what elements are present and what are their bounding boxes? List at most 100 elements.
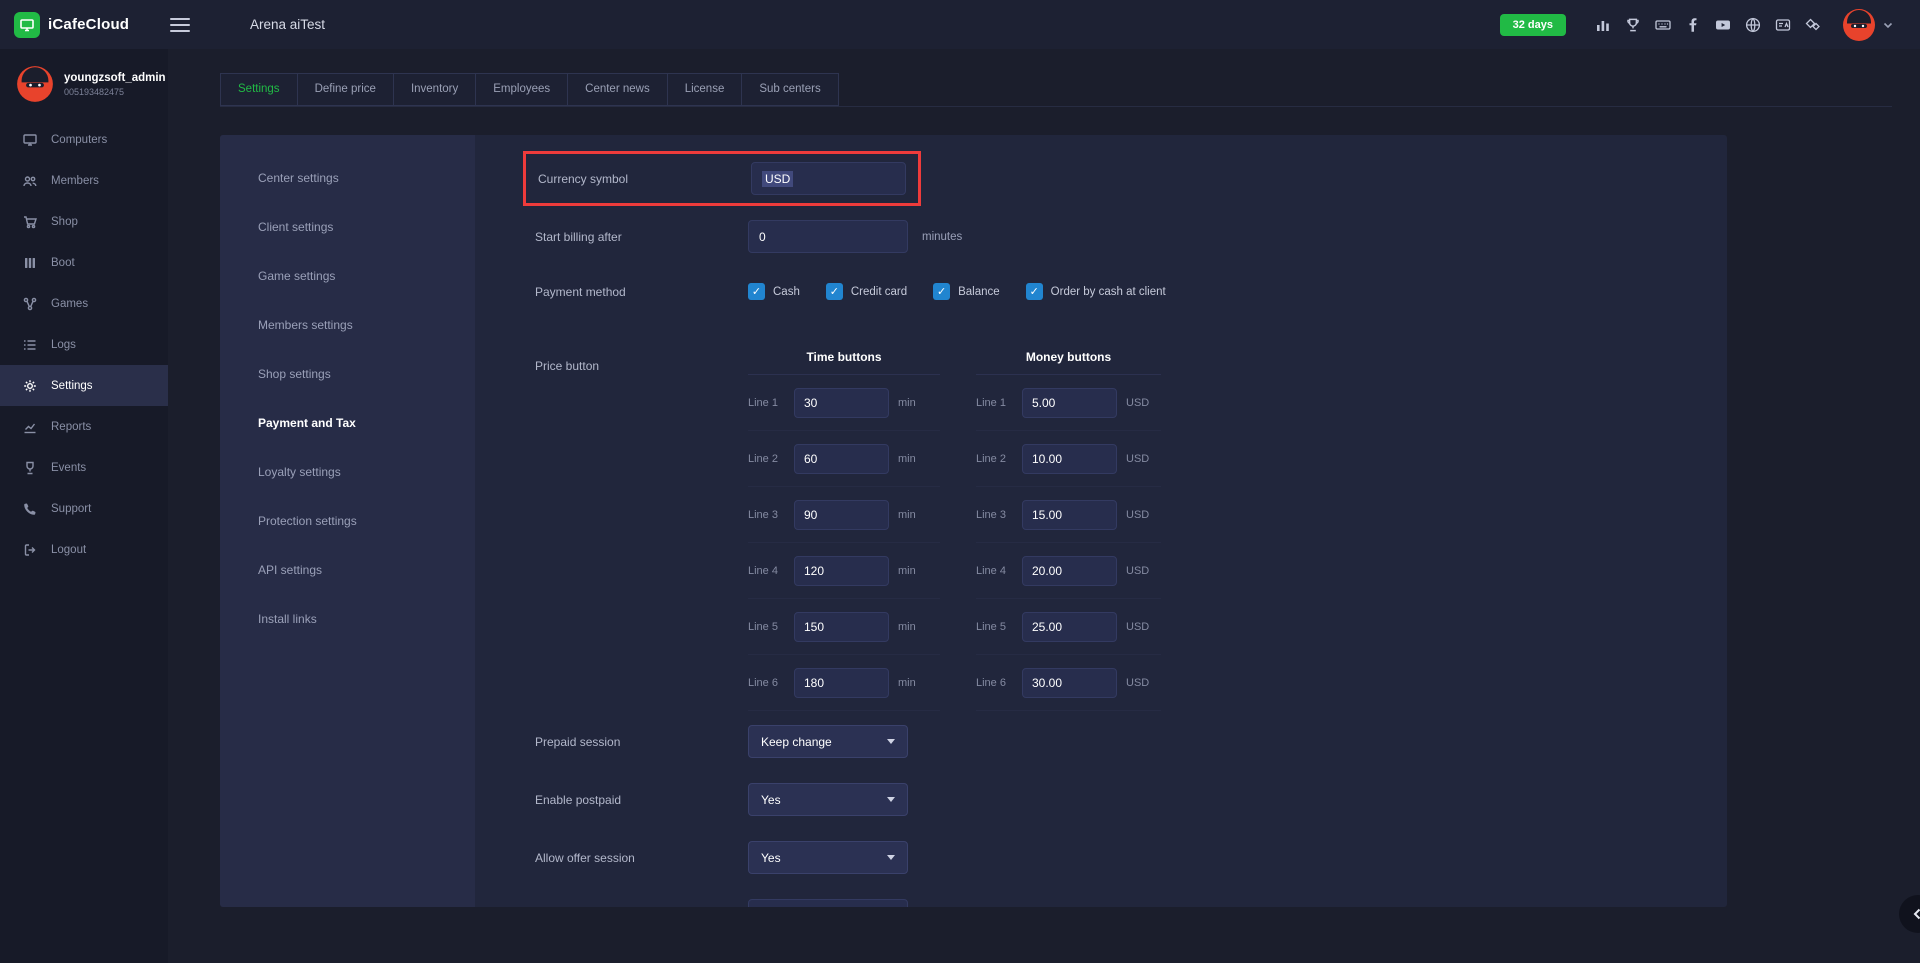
user-avatar[interactable] [1842,8,1876,42]
sidebar-item-reports[interactable]: Reports [0,406,168,447]
sidebar-item-shop[interactable]: Shop [0,201,168,242]
payment-method-label: Payment method [535,285,748,299]
money-input-1[interactable] [1022,388,1117,418]
tab-sub-centers[interactable]: Sub centers [741,73,838,106]
menu-icon[interactable] [170,14,190,36]
checkbox-credit-card[interactable]: Credit card [826,283,907,300]
sidebar-nav: Computers Members Shop Boot Games Logs S… [0,119,168,570]
checkbox-label: Credit card [851,286,907,298]
facebook-icon[interactable] [1684,16,1702,34]
tab-license[interactable]: License [667,73,743,106]
time-input-3[interactable] [794,500,889,530]
settings-nav-protection[interactable]: Protection settings [220,496,475,545]
select-value: Keep change [761,735,832,749]
sidebar-item-computers[interactable]: Computers [0,119,168,160]
start-billing-input[interactable] [748,220,908,253]
chevron-down-icon[interactable] [1882,19,1894,31]
keyboard-icon[interactable] [1654,16,1672,34]
sidebar-item-label: Shop [51,216,78,228]
settings-nav-client[interactable]: Client settings [220,202,475,251]
stats-icon[interactable] [1594,16,1612,34]
time-input-4[interactable] [794,556,889,586]
time-input-6[interactable] [794,668,889,698]
line-label: Line 2 [976,453,1022,465]
partial-next-control[interactable] [748,899,908,907]
payment-tax-form: Currency symbol USD Start billing after … [475,135,1727,907]
center-tabs: Settings Define price Inventory Employee… [220,73,1892,107]
time-unit: min [898,677,916,689]
prepaid-session-select[interactable]: Keep change [748,725,908,758]
logs-icon [22,337,38,353]
sidebar-item-boot[interactable]: Boot [0,242,168,283]
money-input-3[interactable] [1022,500,1117,530]
enable-postpaid-select[interactable]: Yes [748,783,908,816]
money-input-4[interactable] [1022,556,1117,586]
tab-employees[interactable]: Employees [475,73,568,106]
cart-icon [22,214,38,230]
money-input-5[interactable] [1022,612,1117,642]
settings-nav-payment-tax[interactable]: Payment and Tax [220,398,475,447]
currency-value: USD [762,171,793,187]
allow-offer-session-select[interactable]: Yes [748,841,908,874]
globe-icon[interactable] [1744,16,1762,34]
checkbox-balance[interactable]: Balance [933,283,1000,300]
trophy-icon[interactable] [1624,16,1642,34]
settings-nav-loyalty[interactable]: Loyalty settings [220,447,475,496]
time-unit: min [898,621,916,633]
time-input-5[interactable] [794,612,889,642]
layers-icon[interactable] [1804,16,1822,34]
tab-center-news[interactable]: Center news [567,73,668,106]
line-label: Line 3 [748,509,794,521]
settings-nav-game[interactable]: Game settings [220,251,475,300]
sidebar-item-label: Reports [51,421,91,433]
sidebar-item-logs[interactable]: Logs [0,324,168,365]
sidebar-item-label: Support [51,503,91,515]
settings-nav-members[interactable]: Members settings [220,300,475,349]
time-row: Line 4min [748,543,940,599]
line-label: Line 5 [976,621,1022,633]
sidebar-item-logout[interactable]: Logout [0,529,168,570]
page-title: Arena aiTest [250,17,325,32]
sidebar-item-members[interactable]: Members [0,160,168,201]
time-row: Line 3 min [748,487,940,543]
settings-nav: Center settings Client settings Game set… [220,135,475,907]
checked-icon [748,283,765,300]
checkbox-order-by-cash[interactable]: Order by cash at client [1026,283,1166,300]
payment-method-options: Cash Credit card Balance Order by cash a… [748,283,1166,300]
settings-nav-install-links[interactable]: Install links [220,594,475,643]
sidebar-avatar[interactable] [16,65,54,103]
money-unit: USD [1126,677,1149,689]
start-billing-label: Start billing after [535,230,748,244]
settings-nav-shop[interactable]: Shop settings [220,349,475,398]
sidebar-item-support[interactable]: Support [0,488,168,529]
youtube-icon[interactable] [1714,16,1732,34]
sidebar-item-games[interactable]: Games [0,283,168,324]
line-label: Line 4 [976,565,1022,577]
line-label: Line 5 [748,621,794,633]
tab-settings[interactable]: Settings [220,73,298,106]
money-input-2[interactable] [1022,444,1117,474]
time-input-2[interactable] [794,444,889,474]
money-input-6[interactable] [1022,668,1117,698]
tab-inventory[interactable]: Inventory [393,73,476,106]
checked-icon [933,283,950,300]
money-unit: USD [1126,397,1149,409]
checkbox-label: Balance [958,286,1000,298]
currency-input[interactable]: USD [751,162,906,195]
sidebar-item-settings[interactable]: Settings [0,365,168,406]
sidebar-item-events[interactable]: Events [0,447,168,488]
line-label: Line 6 [748,677,794,689]
settings-nav-api[interactable]: API settings [220,545,475,594]
time-buttons-header: Time buttons [748,344,940,375]
settings-nav-center[interactable]: Center settings [220,153,475,202]
line-label: Line 3 [976,509,1022,521]
translate-icon[interactable] [1774,16,1792,34]
monitor-icon [22,132,38,148]
tab-define-price[interactable]: Define price [297,73,394,106]
money-buttons-group: Money buttons Line 1USD Line 2USD Line 3… [976,344,1161,711]
time-input-1[interactable] [794,388,889,418]
license-days-badge[interactable]: 32 days [1500,14,1566,36]
line-label: Line 4 [748,565,794,577]
checkbox-cash[interactable]: Cash [748,283,800,300]
time-unit: min [898,509,916,521]
